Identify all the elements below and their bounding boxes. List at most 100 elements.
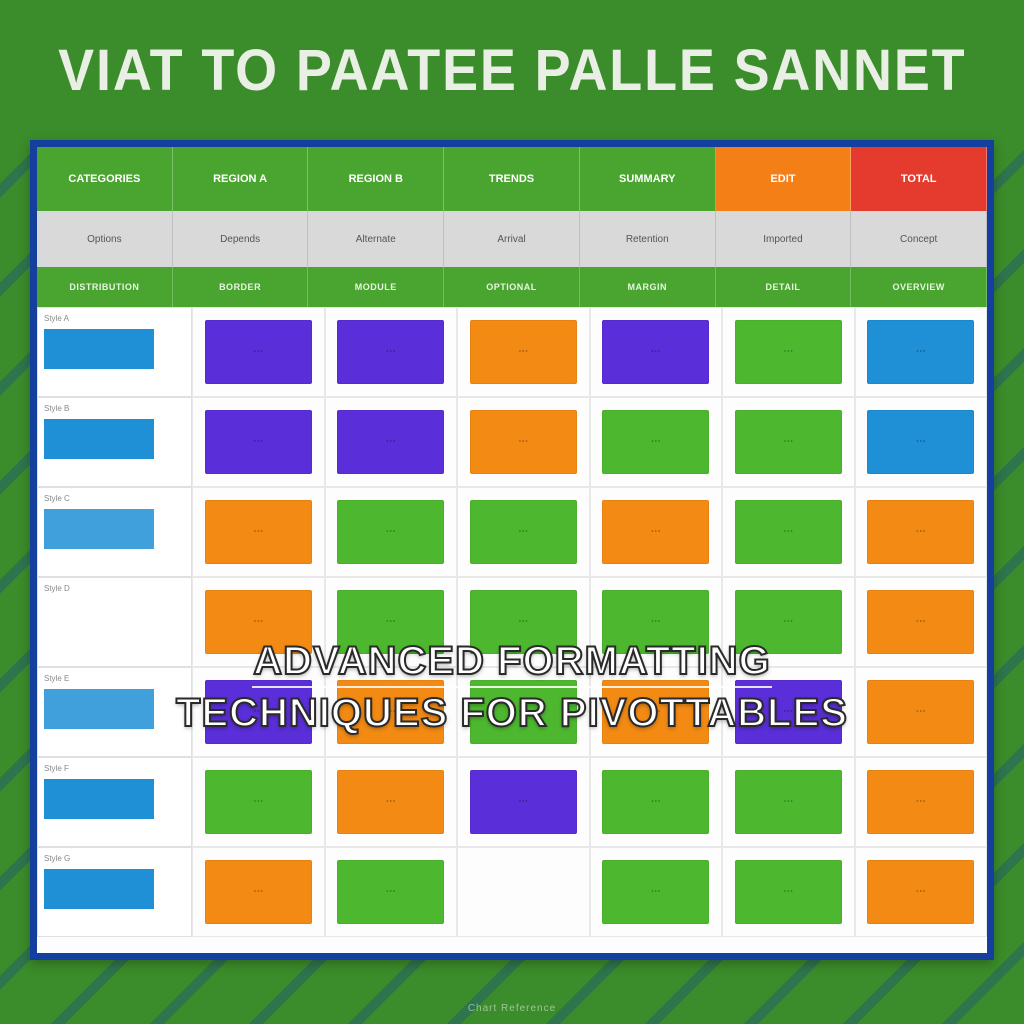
cell-2-0[interactable]: ⋯ bbox=[192, 487, 325, 577]
cell-0-5[interactable]: ⋯ bbox=[855, 307, 988, 397]
tile: ⋯ bbox=[205, 410, 312, 473]
cell-6-3[interactable]: ⋯ bbox=[590, 847, 723, 937]
tile: ⋯ bbox=[337, 860, 444, 923]
cell-5-4[interactable]: ⋯ bbox=[722, 757, 855, 847]
glyph-icon: ⋯ bbox=[867, 590, 974, 653]
row-label-3[interactable]: Style D bbox=[37, 577, 192, 667]
row-caption: Style A bbox=[44, 314, 185, 323]
glyph-icon: ⋯ bbox=[867, 860, 974, 923]
cell-0-4[interactable]: ⋯ bbox=[722, 307, 855, 397]
page-banner: VIAT TO PAATEE PALLE SANNET bbox=[0, 0, 1024, 140]
cell-2-2[interactable]: ⋯ bbox=[457, 487, 590, 577]
cell-5-5[interactable]: ⋯ bbox=[855, 757, 988, 847]
tile: ⋯ bbox=[735, 410, 842, 473]
cell-4-2[interactable]: ⋯ bbox=[457, 667, 590, 757]
row-block bbox=[44, 329, 154, 369]
glyph-icon: ⋯ bbox=[205, 590, 312, 653]
cell-4-0[interactable]: ⋯ bbox=[192, 667, 325, 757]
row-block bbox=[44, 509, 154, 549]
row-label-2[interactable]: Style C bbox=[37, 487, 192, 577]
tab-2[interactable]: REGION B bbox=[308, 147, 444, 211]
glyph-icon: ⋯ bbox=[602, 320, 709, 383]
tile: ⋯ bbox=[735, 590, 842, 653]
tab-1[interactable]: REGION A bbox=[173, 147, 309, 211]
sub2-1: BORDER bbox=[173, 267, 309, 307]
row-caption: Style D bbox=[44, 584, 185, 593]
tile: ⋯ bbox=[867, 590, 974, 653]
sub2-6: OVERVIEW bbox=[851, 267, 987, 307]
cell-6-2[interactable] bbox=[457, 847, 590, 937]
cell-3-1[interactable]: ⋯ bbox=[325, 577, 458, 667]
tile: ⋯ bbox=[470, 770, 577, 833]
cell-6-0[interactable]: ⋯ bbox=[192, 847, 325, 937]
row-label-4[interactable]: Style E bbox=[37, 667, 192, 757]
glyph-icon: ⋯ bbox=[470, 320, 577, 383]
sub1-0: Options bbox=[37, 211, 173, 267]
tile: ⋯ bbox=[337, 320, 444, 383]
cell-1-1[interactable]: ⋯ bbox=[325, 397, 458, 487]
row-label-1[interactable]: Style B bbox=[37, 397, 192, 487]
cell-2-5[interactable]: ⋯ bbox=[855, 487, 988, 577]
tile: ⋯ bbox=[602, 500, 709, 563]
row-block bbox=[44, 779, 154, 819]
grid-area: Style A⋯⋯⋯⋯⋯⋯Style B⋯⋯⋯⋯⋯⋯Style C⋯⋯⋯⋯⋯⋯S… bbox=[37, 307, 987, 953]
tile bbox=[470, 860, 577, 923]
footer-caption: Chart Reference bbox=[30, 1003, 994, 1014]
row-label-6[interactable]: Style G bbox=[37, 847, 192, 937]
tab-0[interactable]: CATEGORIES bbox=[37, 147, 173, 211]
cell-5-0[interactable]: ⋯ bbox=[192, 757, 325, 847]
cell-4-5[interactable]: ⋯ bbox=[855, 667, 988, 757]
cell-1-0[interactable]: ⋯ bbox=[192, 397, 325, 487]
tab-4[interactable]: SUMMARY bbox=[580, 147, 716, 211]
cell-0-0[interactable]: ⋯ bbox=[192, 307, 325, 397]
row-caption: Style C bbox=[44, 494, 185, 503]
tile: ⋯ bbox=[470, 590, 577, 653]
cell-4-4[interactable]: ⋯ bbox=[722, 667, 855, 757]
cell-1-3[interactable]: ⋯ bbox=[590, 397, 723, 487]
glyph-icon: ⋯ bbox=[205, 680, 312, 743]
tab-row: CATEGORIESREGION AREGION BTRENDSSUMMARYE… bbox=[37, 147, 987, 211]
cell-3-3[interactable]: ⋯ bbox=[590, 577, 723, 667]
cell-4-3[interactable]: ⋯ bbox=[590, 667, 723, 757]
glyph-icon: ⋯ bbox=[735, 770, 842, 833]
cell-3-2[interactable]: ⋯ bbox=[457, 577, 590, 667]
cell-5-2[interactable]: ⋯ bbox=[457, 757, 590, 847]
row-label-0[interactable]: Style A bbox=[37, 307, 192, 397]
tile: ⋯ bbox=[470, 680, 577, 743]
cell-3-4[interactable]: ⋯ bbox=[722, 577, 855, 667]
tile: ⋯ bbox=[470, 320, 577, 383]
cell-5-3[interactable]: ⋯ bbox=[590, 757, 723, 847]
cell-1-4[interactable]: ⋯ bbox=[722, 397, 855, 487]
sub1-2: Alternate bbox=[308, 211, 444, 267]
cell-2-3[interactable]: ⋯ bbox=[590, 487, 723, 577]
tab-6[interactable]: TOTAL bbox=[851, 147, 987, 211]
cell-1-2[interactable]: ⋯ bbox=[457, 397, 590, 487]
glyph-icon: ⋯ bbox=[470, 500, 577, 563]
cell-5-1[interactable]: ⋯ bbox=[325, 757, 458, 847]
cell-3-5[interactable]: ⋯ bbox=[855, 577, 988, 667]
cell-2-1[interactable]: ⋯ bbox=[325, 487, 458, 577]
cell-4-1[interactable]: ⋯ bbox=[325, 667, 458, 757]
cell-6-4[interactable]: ⋯ bbox=[722, 847, 855, 937]
cell-1-5[interactable]: ⋯ bbox=[855, 397, 988, 487]
cell-0-3[interactable]: ⋯ bbox=[590, 307, 723, 397]
glyph-icon: ⋯ bbox=[602, 770, 709, 833]
cell-2-4[interactable]: ⋯ bbox=[722, 487, 855, 577]
cell-0-1[interactable]: ⋯ bbox=[325, 307, 458, 397]
tile: ⋯ bbox=[337, 770, 444, 833]
tab-3[interactable]: TRENDS bbox=[444, 147, 580, 211]
tile: ⋯ bbox=[602, 680, 709, 743]
sub2-3: OPTIONAL bbox=[444, 267, 580, 307]
cell-3-0[interactable]: ⋯ bbox=[192, 577, 325, 667]
glyph-icon: ⋯ bbox=[205, 320, 312, 383]
glyph-icon: ⋯ bbox=[337, 410, 444, 473]
cell-6-5[interactable]: ⋯ bbox=[855, 847, 988, 937]
cell-6-1[interactable]: ⋯ bbox=[325, 847, 458, 937]
row-label-5[interactable]: Style F bbox=[37, 757, 192, 847]
cell-0-2[interactable]: ⋯ bbox=[457, 307, 590, 397]
glyph-icon: ⋯ bbox=[735, 680, 842, 743]
tab-5[interactable]: EDIT bbox=[716, 147, 852, 211]
row-block bbox=[44, 869, 154, 909]
glyph-icon: ⋯ bbox=[470, 680, 577, 743]
glyph-icon: ⋯ bbox=[205, 770, 312, 833]
